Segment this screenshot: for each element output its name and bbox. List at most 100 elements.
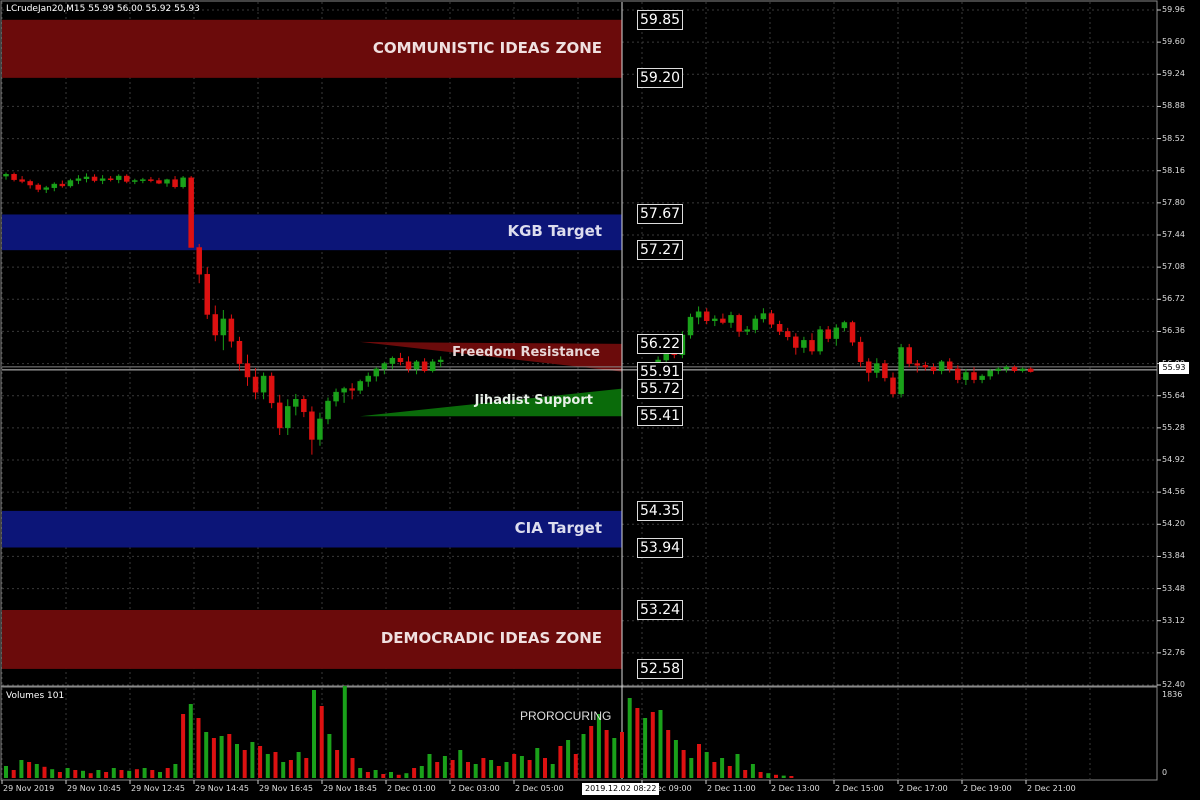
volume-bar — [673, 740, 678, 778]
candle-body — [252, 376, 259, 393]
volume-bar — [150, 770, 155, 778]
price-box-cia-bottom: 53.94 — [637, 537, 684, 558]
x-tick-label: 2 Dec 13:00 — [771, 784, 820, 793]
candle-body — [164, 179, 170, 184]
candle-body — [67, 180, 74, 187]
y-tick-label: 59.96 — [1162, 5, 1185, 14]
candle-body — [373, 368, 380, 377]
volume-bar — [312, 690, 316, 778]
volume-bar — [65, 768, 70, 778]
zone-label-cia: CIA Target — [514, 519, 602, 538]
x-tick-label: 2 Dec 15:00 — [835, 784, 884, 793]
price-box-jihadist-support-bottom: 55.41 — [637, 406, 684, 427]
y-tick-label: 57.44 — [1162, 230, 1185, 239]
volume-bar — [681, 750, 686, 778]
volume-bar — [104, 772, 109, 778]
price-box-democradic-bottom: 52.58 — [637, 658, 684, 679]
volume-bar — [789, 776, 794, 778]
candle-body — [987, 370, 993, 377]
candle-body — [801, 340, 807, 348]
y-tick-label: 55.64 — [1162, 390, 1185, 400]
volumes-header: Volumes 101 — [6, 691, 65, 701]
volume-bar — [127, 770, 132, 778]
volume-bar — [381, 774, 386, 778]
volume-bar — [435, 762, 440, 778]
price-box-freedom-resistance-top: 56.22 — [637, 333, 684, 354]
y-tick-label: 52.76 — [1162, 647, 1185, 657]
candle-body — [27, 181, 33, 186]
candle-body — [188, 177, 194, 248]
volume-bar — [735, 754, 740, 778]
y-tick-label: 54.56 — [1162, 487, 1185, 497]
volume-bar — [250, 742, 255, 778]
candle-body — [922, 365, 929, 368]
volume-bar — [304, 758, 309, 778]
candle-body — [357, 381, 363, 391]
volume-bar — [396, 774, 401, 778]
candle-body — [220, 318, 227, 336]
volume-bar — [142, 768, 147, 778]
candle-body — [898, 347, 904, 395]
candle-body — [914, 363, 921, 366]
candle-body — [728, 315, 734, 323]
price-chart[interactable] — [0, 0, 1200, 800]
price-box-communistic-bottom: 59.20 — [637, 67, 684, 88]
volume-bar — [766, 773, 771, 778]
candle-body — [695, 311, 702, 318]
volume-bar — [158, 772, 162, 778]
volume-bar — [774, 774, 778, 778]
volume-bar — [704, 752, 709, 778]
candle-body — [906, 347, 912, 364]
candle-body — [381, 363, 388, 370]
candle-body — [955, 368, 961, 380]
candle-body — [172, 179, 178, 188]
candle-body — [285, 406, 291, 429]
candle-body — [325, 400, 331, 420]
volume-bar — [281, 762, 286, 778]
volume-bar — [50, 769, 55, 778]
zone-label-communistic: COMMUNISTIC IDEAS ZONE — [372, 38, 602, 57]
volume-bar — [527, 760, 532, 778]
volume-bar — [211, 738, 216, 778]
volume-bar — [489, 760, 494, 778]
volume-bar — [743, 770, 748, 778]
x-tick-label: 29 Nov 10:45 — [67, 784, 121, 793]
price-box-kgb-bottom: 57.27 — [637, 240, 684, 261]
candle-body — [429, 361, 436, 371]
volume-bar — [11, 770, 16, 778]
volume-bar — [781, 775, 786, 778]
candle-body — [874, 363, 880, 373]
candle-body — [317, 418, 323, 440]
volume-bar — [319, 706, 324, 778]
candle-body — [841, 322, 848, 329]
candle-body — [196, 247, 202, 275]
volume-bar — [666, 730, 671, 778]
candle-body — [712, 318, 718, 321]
trading-chart-window[interactable]: LCrudeJan20,M15 55.99 56.00 55.92 55.93 … — [0, 0, 1200, 800]
candle-body — [793, 336, 799, 348]
candle-body — [212, 314, 219, 336]
volume-bar — [27, 762, 32, 778]
volume-bar — [265, 754, 270, 778]
volume-bar — [34, 764, 39, 778]
candle-body — [244, 363, 251, 378]
volume-bar — [543, 758, 547, 778]
y-tick-label: 57.08 — [1162, 262, 1185, 272]
candle-body — [99, 178, 106, 181]
y-tick-label: 53.48 — [1162, 583, 1185, 593]
volume-bar — [581, 734, 586, 778]
volume-bar — [519, 756, 524, 778]
candle-body — [132, 180, 138, 182]
x-tick-label: 29 Nov 2019 — [3, 784, 55, 793]
volume-bar — [73, 770, 78, 778]
current-price-tag: 55.93 — [1159, 362, 1189, 374]
x-tick-label: 2 Dec 05:00 — [515, 784, 564, 793]
volume-bar — [111, 768, 116, 778]
candle-body — [365, 375, 371, 382]
y-tick-label: 54.92 — [1162, 455, 1185, 464]
candle-body — [413, 361, 420, 370]
volume-bar — [419, 766, 424, 778]
candle-body — [276, 402, 283, 429]
volume-bar — [42, 766, 47, 778]
volume-bar — [466, 762, 470, 778]
